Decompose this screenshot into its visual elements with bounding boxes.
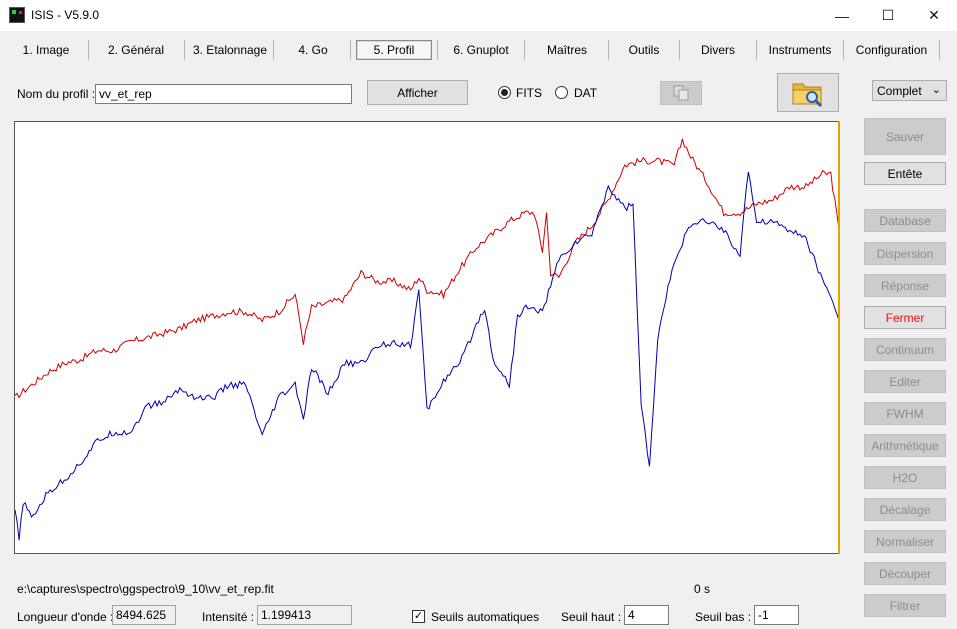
tab-separator	[350, 40, 351, 60]
tab-gnuplot[interactable]: 6. Gnuplot	[443, 40, 519, 60]
shift-button[interactable]: Décalage	[864, 498, 946, 521]
tab-profil[interactable]: 5. Profil	[356, 40, 432, 60]
spectrum-series-line-1	[14, 138, 840, 399]
wavelength-label: Longueur d'onde :	[17, 610, 114, 624]
database-button[interactable]: Database	[864, 209, 946, 232]
dispersion-button[interactable]: Dispersion	[864, 242, 946, 265]
close-window-button[interactable]: ✕	[911, 0, 957, 31]
low-threshold-label: Seuil bas :	[695, 610, 752, 624]
tab-separator	[184, 40, 185, 60]
auto-threshold-label: Seuils automatiques	[431, 610, 540, 624]
normalize-button[interactable]: Normaliser	[864, 530, 946, 553]
show-button[interactable]: Afficher	[367, 80, 468, 105]
isis-logo-icon	[9, 7, 25, 23]
view-mode-value: Complet	[877, 84, 922, 98]
fits-radio-label: FITS	[516, 86, 542, 100]
continuum-button[interactable]: Continuum	[864, 338, 946, 361]
tab-go[interactable]: 4. Go	[279, 40, 347, 60]
header-button[interactable]: Entête	[864, 162, 946, 185]
tab-separator	[437, 40, 438, 60]
high-threshold-input[interactable]: 4	[624, 605, 669, 625]
tab-outils[interactable]: Outils	[614, 40, 674, 60]
tab-instruments[interactable]: Instruments	[762, 40, 838, 60]
tab-divers[interactable]: Divers	[685, 40, 751, 60]
tab-separator	[679, 40, 680, 60]
filter-button[interactable]: Filtrer	[864, 594, 946, 617]
tab-separator	[608, 40, 609, 60]
intensity-label: Intensité :	[202, 610, 255, 624]
intensity-value: 1.199413	[257, 605, 352, 625]
profile-name-label: Nom du profil :	[17, 87, 96, 101]
tab-separator	[524, 40, 525, 60]
tab-maitres[interactable]: Maîtres	[530, 40, 604, 60]
edit-button[interactable]: Editer	[864, 370, 946, 393]
dat-radio-label: DAT	[574, 86, 598, 100]
plot-edge-marker	[838, 121, 840, 554]
close-button[interactable]: Fermer	[864, 306, 946, 329]
tab-separator	[756, 40, 757, 60]
tab-separator	[843, 40, 844, 60]
high-threshold-label: Seuil haut :	[561, 610, 622, 624]
folder-search-icon	[792, 83, 823, 107]
tab-configuration[interactable]: Configuration	[849, 40, 934, 60]
title-bar: ISIS - V5.9.0 — ☐ ✕	[0, 0, 957, 31]
chevron-down-icon: ⌄	[931, 84, 941, 96]
tab-etalonnage[interactable]: 3. Etalonnage	[189, 40, 271, 60]
window-title: ISIS - V5.9.0	[31, 8, 100, 22]
dat-radio[interactable]	[555, 86, 568, 99]
h2o-button[interactable]: H2O	[864, 466, 946, 489]
arithmetic-button[interactable]: Arithmétique	[864, 434, 946, 457]
auto-threshold-checkbox[interactable]: ✓	[412, 610, 425, 623]
low-threshold-input[interactable]: -1	[754, 605, 799, 625]
save-button[interactable]: Sauver	[864, 118, 946, 155]
fwhm-button[interactable]: FWHM	[864, 402, 946, 425]
copy-button[interactable]	[660, 81, 702, 105]
fits-radio[interactable]	[498, 86, 511, 99]
tab-image[interactable]: 1. Image	[10, 40, 82, 60]
open-folder-button[interactable]	[777, 73, 839, 112]
tab-separator	[88, 40, 89, 60]
spectrum-chart	[14, 138, 840, 541]
spectrum-series-line-2	[14, 171, 840, 541]
response-button[interactable]: Réponse	[864, 274, 946, 297]
maximize-button[interactable]: ☐	[865, 0, 911, 31]
wavelength-value: 8494.625	[112, 605, 176, 625]
profile-name-input[interactable]: vv_et_rep	[95, 84, 352, 104]
copy-icon	[673, 85, 689, 101]
tab-general[interactable]: 2. Général	[94, 40, 178, 60]
elapsed-time: 0 s	[694, 582, 711, 596]
main-tab-strip: 1. Image 2. Général 3. Etalonnage 4. Go …	[0, 31, 957, 69]
file-path: e:\captures\spectro\ggspectro\9_10\vv_et…	[17, 582, 274, 596]
spectrum-plot[interactable]	[14, 121, 840, 554]
crop-button[interactable]: Découper	[864, 562, 946, 585]
view-mode-select[interactable]: Complet ⌄	[872, 80, 947, 101]
minimize-button[interactable]: —	[819, 0, 865, 31]
tab-separator	[939, 40, 940, 60]
tab-separator	[273, 40, 274, 60]
